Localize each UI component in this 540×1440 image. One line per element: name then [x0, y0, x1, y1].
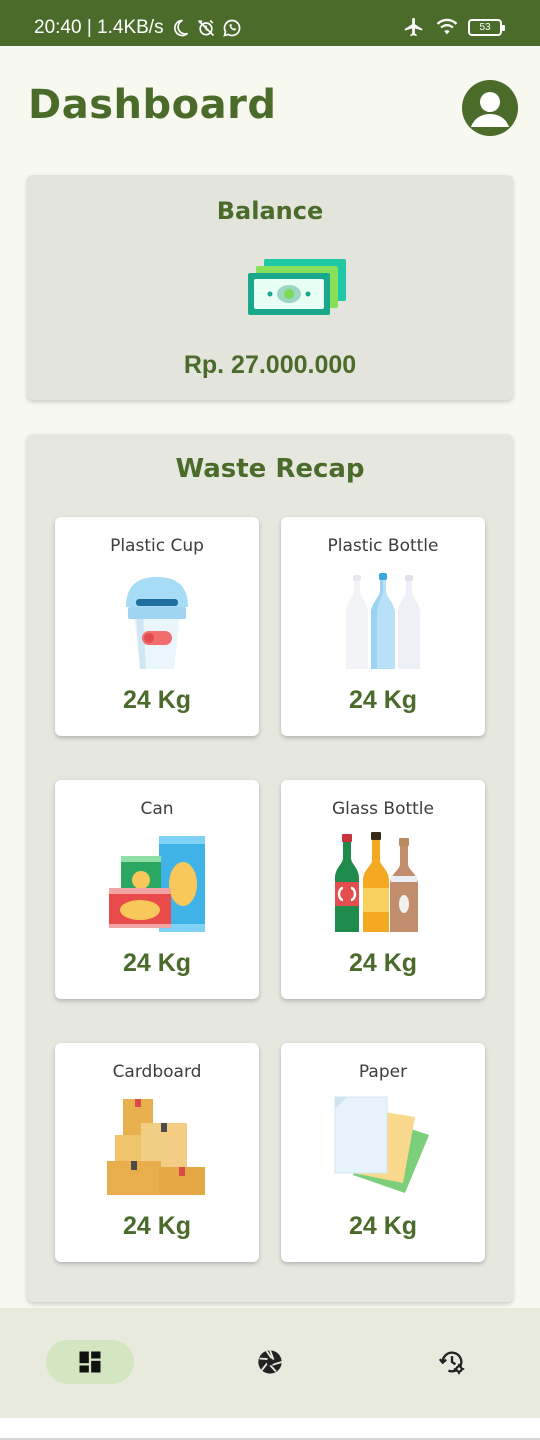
- status-bar: 20:40 | 1.4KB/s 53: [0, 0, 540, 46]
- waste-recap-card: Waste Recap Plastic Cup 24 Kg Plastic Bo…: [27, 434, 513, 1302]
- camera-shutter-icon: [258, 1350, 282, 1374]
- profile-icon[interactable]: [462, 80, 518, 136]
- nav-history[interactable]: [408, 1340, 496, 1384]
- waste-item-label: Can: [140, 799, 174, 819]
- waste-item-weight: 24 Kg: [348, 686, 418, 714]
- nav-dashboard[interactable]: [46, 1340, 134, 1384]
- gesture-area: [0, 1418, 540, 1440]
- moon-icon: [173, 19, 188, 37]
- waste-item-plastic-bottle[interactable]: Plastic Bottle 24 Kg: [281, 517, 485, 736]
- waste-item-glass-bottle[interactable]: Glass Bottle 24 Kg: [281, 780, 485, 999]
- waste-item-weight: 24 Kg: [122, 949, 192, 977]
- history-settings-icon: [438, 1351, 465, 1375]
- waste-item-weight: 24 Kg: [348, 949, 418, 977]
- waste-item-label: Plastic Cup: [110, 536, 204, 556]
- plastic-bottle-icon: [346, 573, 420, 669]
- status-time: 20:40 | 1.4KB/s: [34, 17, 164, 38]
- plastic-cup-icon: [126, 577, 188, 669]
- nav-scan[interactable]: [226, 1340, 314, 1384]
- waste-item-weight: 24 Kg: [122, 1212, 192, 1240]
- waste-item-paper[interactable]: Paper 24 Kg: [281, 1043, 485, 1262]
- waste-item-label: Plastic Bottle: [327, 536, 439, 556]
- wifi-icon: [436, 18, 458, 35]
- airplane-icon: [404, 17, 423, 37]
- waste-item-label: Paper: [358, 1062, 408, 1082]
- cardboard-icon: [107, 1099, 205, 1195]
- balance-card: Balance Rp. 27.000.000: [27, 175, 513, 400]
- waste-item-can[interactable]: Can 24 Kg: [55, 780, 259, 999]
- balance-value: Rp. 27.000.000: [183, 351, 357, 379]
- waste-item-cardboard[interactable]: Cardboard 24 Kg: [55, 1043, 259, 1262]
- glass-bottle-icon: [335, 832, 418, 932]
- waste-item-weight: 24 Kg: [348, 1212, 418, 1240]
- can-icon: [109, 836, 205, 932]
- waste-recap-title: Waste Recap: [175, 454, 365, 484]
- whatsapp-icon: [222, 19, 240, 37]
- battery-level: 53: [479, 21, 491, 33]
- waste-item-label: Cardboard: [112, 1062, 202, 1082]
- dashboard-icon: [79, 1351, 101, 1373]
- battery-icon: 53: [468, 18, 505, 36]
- waste-item-label: Glass Bottle: [331, 799, 434, 819]
- page-title: Dashboard: [28, 82, 277, 128]
- dashboard-page: Dashboard Balance Rp. 27.000.000 Waste R…: [0, 46, 540, 1308]
- waste-item-weight: 24 Kg: [122, 686, 192, 714]
- money-icon: [248, 259, 346, 315]
- balance-title: Balance: [216, 197, 324, 225]
- waste-item-plastic-cup[interactable]: Plastic Cup 24 Kg: [55, 517, 259, 736]
- alarm-off-icon: [197, 19, 214, 37]
- paper-icon: [334, 1096, 429, 1193]
- bottom-navigation: [0, 1308, 540, 1418]
